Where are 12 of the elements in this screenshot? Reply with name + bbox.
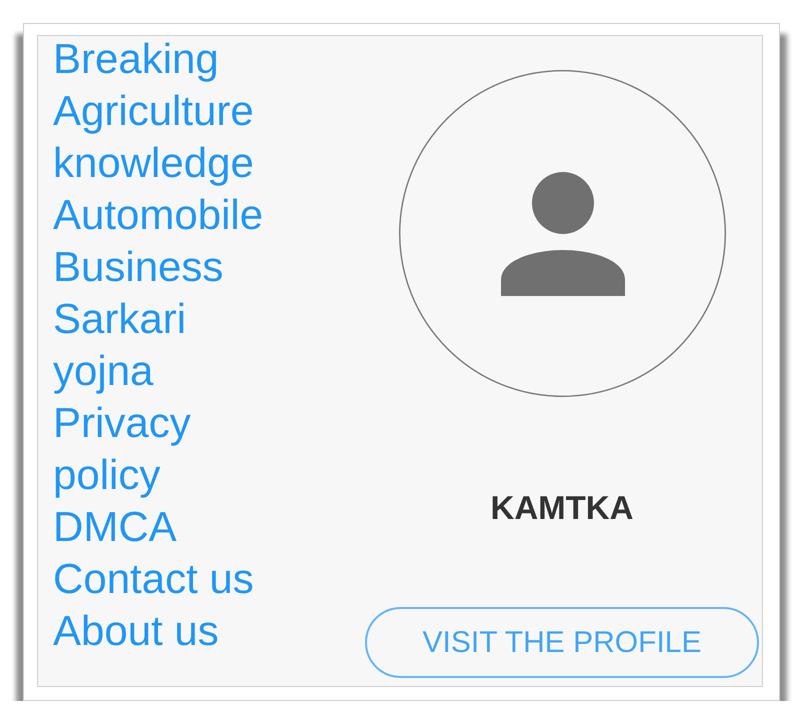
nav-link[interactable]: Breaking	[53, 33, 219, 85]
profile-name: KAMTKA	[490, 489, 634, 527]
nav-link[interactable]: Automobile	[53, 189, 264, 241]
nav-link[interactable]: Sarkari yojna	[53, 293, 281, 397]
avatar-icon	[398, 70, 726, 397]
visit-profile-button[interactable]: VISIT THE PROFILE	[365, 607, 759, 678]
nav-link[interactable]: DMCA	[53, 501, 177, 553]
nav-link[interactable]: Business	[53, 241, 224, 293]
nav-link[interactable]: Agriculture knowledge	[53, 85, 281, 189]
nav-link[interactable]: About us	[53, 605, 219, 657]
nav-link[interactable]: Contact us	[53, 553, 254, 605]
nav-link[interactable]: Privacy policy	[53, 397, 281, 501]
